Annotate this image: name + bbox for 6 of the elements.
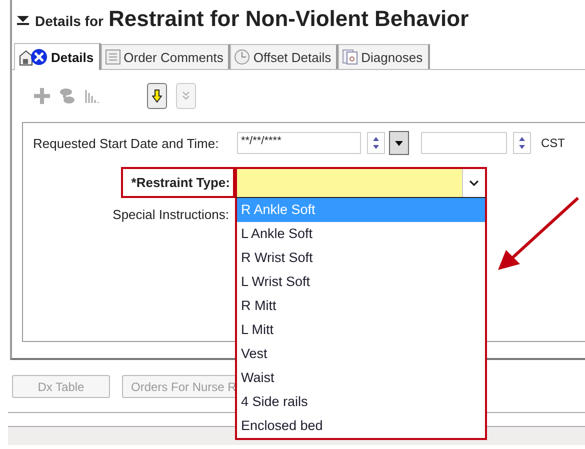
field-label: Special Instructions: [112,207,230,222]
field-label: Requested Start Date and Time: [32,136,220,150]
order-title: Restraint for Non-Violent Behavior [108,6,469,32]
field-label: *Restraint Type: [121,166,235,198]
details-for-label: Details for [35,13,104,29]
timezone-label: CST [541,136,565,150]
